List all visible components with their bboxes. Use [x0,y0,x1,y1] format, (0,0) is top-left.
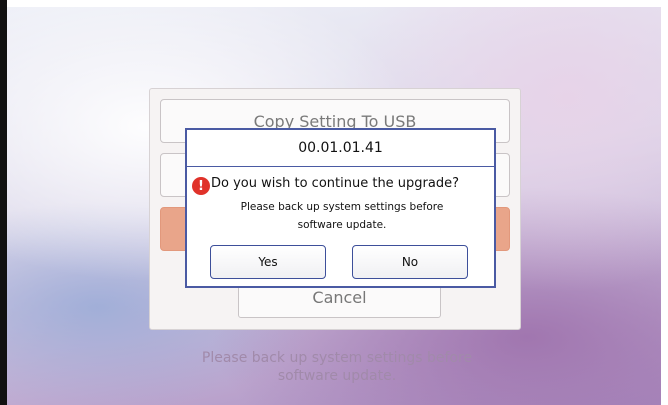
cancel-label: Cancel [312,288,367,307]
dialog-title: 00.01.01.41 [187,130,494,167]
dialog-question: Do you wish to continue the upgrade? [211,176,460,191]
background-note-line2: software update. [277,368,397,384]
upgrade-confirm-dialog: 00.01.01.41 ! Do you wish to continue th… [185,128,496,288]
screen-frame-right [661,0,668,405]
dialog-body: ! Do you wish to continue the upgrade? P… [187,167,494,243]
dialog-detail-line2: software update. [297,219,387,231]
exclamation-icon: ! [192,177,210,195]
screen-frame-top [0,0,668,7]
dialog-detail-line1: Please back up system settings before [240,201,444,213]
device-screen: Copy Setting To USB Cancel Please back u… [7,7,661,405]
screen-frame-left [0,0,7,405]
no-button[interactable]: No [352,245,468,279]
yes-button[interactable]: Yes [210,245,326,279]
background-note: Please back up system settings before so… [177,349,497,385]
dialog-detail: Please back up system settings before so… [207,198,477,234]
no-label: No [401,255,419,269]
background-note-line1: Please back up system settings before [201,350,473,366]
yes-label: Yes [258,255,278,269]
